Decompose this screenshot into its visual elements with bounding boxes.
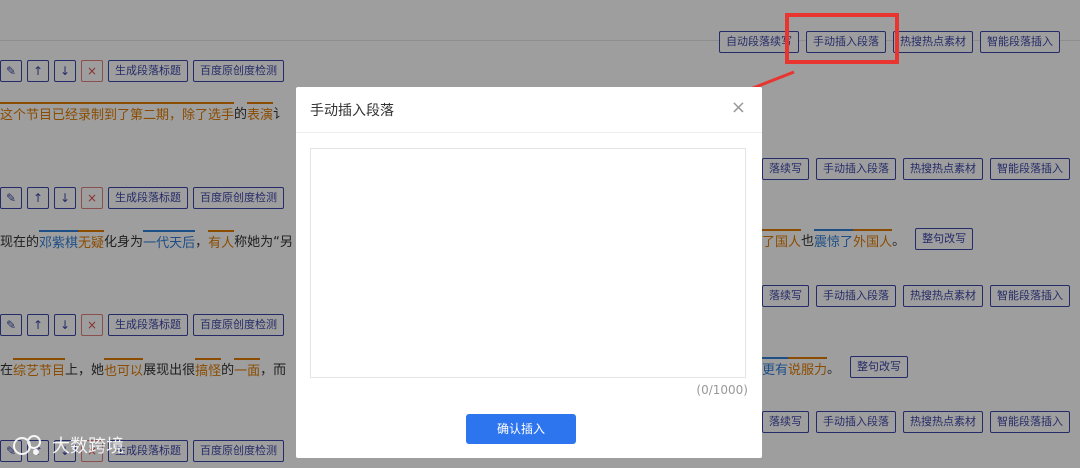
modal-title: 手动插入段落 <box>310 103 394 119</box>
watermark: 大数跨境 <box>10 432 124 458</box>
annotation-highlight-box <box>785 13 899 64</box>
paragraph-textarea[interactable] <box>310 148 746 378</box>
char-counter: (0/1000) <box>696 383 748 397</box>
insert-paragraph-modal: 手动插入段落 × (0/1000) 确认插入 <box>296 87 762 458</box>
close-icon[interactable]: × <box>731 97 746 118</box>
logo-mark-icon <box>13 435 41 455</box>
divider <box>296 132 762 133</box>
watermark-text: 大数跨境 <box>52 436 124 457</box>
confirm-insert-button[interactable]: 确认插入 <box>466 414 576 444</box>
